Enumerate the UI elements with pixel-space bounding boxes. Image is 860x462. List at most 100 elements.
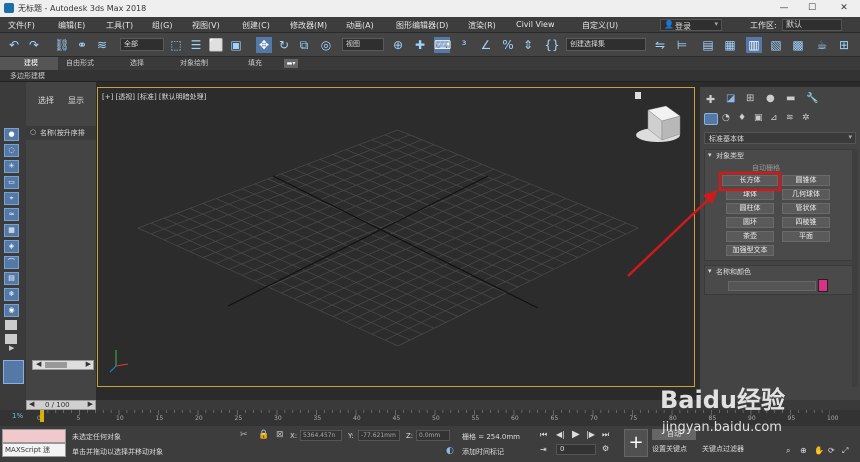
rollout-toggle-icon[interactable]: ▾ (708, 151, 712, 159)
play-icon[interactable]: ▶ (572, 429, 580, 440)
goto-end-icon[interactable]: ⏭ (602, 430, 609, 440)
sphere-button[interactable]: 球体 (726, 189, 774, 200)
menu-rendering[interactable]: 渲染(R) (468, 20, 496, 31)
create-tab-icon[interactable]: ✚ (706, 93, 715, 106)
manipulate-icon[interactable]: ✚ (412, 37, 428, 53)
filter-cameras-icon[interactable]: ▭ (4, 176, 19, 189)
set-key-icon[interactable]: + (624, 429, 648, 457)
lights-category-icon[interactable]: ♦ (738, 113, 746, 123)
snap-toggle-icon[interactable]: ³ (456, 37, 472, 53)
menu-view[interactable]: 视图(V) (192, 20, 220, 31)
workspace-select[interactable]: 默认 (782, 19, 842, 31)
scroll-left-icon[interactable]: ◀ (36, 360, 41, 368)
motion-tab-icon[interactable]: ● (766, 93, 775, 104)
angle-snap-icon[interactable]: ∠ (478, 37, 494, 53)
goto-start-icon[interactable]: ⏮ (540, 430, 547, 440)
filter-bones-icon[interactable]: ⌒ (4, 256, 19, 269)
horizontal-scrollbar[interactable]: ◀ ▶ (32, 360, 94, 370)
tab-populate[interactable]: 填充 (248, 58, 262, 68)
zoom-icon[interactable]: ⌕ (786, 446, 790, 456)
cone-button[interactable]: 圆锥体 (782, 175, 830, 186)
viewport-layout-tab-icon[interactable] (3, 360, 24, 384)
object-type-title[interactable]: 对象类型 (716, 151, 744, 161)
systems-category-icon[interactable]: ✲ (802, 113, 810, 123)
filter-geometry-icon[interactable]: ● (4, 128, 19, 141)
spinner-snap-icon[interactable]: ⇕ (520, 37, 536, 53)
filter-xrefs-icon[interactable]: ◈ (4, 240, 19, 253)
modify-tab-icon[interactable]: ◪ (726, 93, 735, 104)
login-box[interactable]: 👤 登录 ▾ (660, 19, 722, 31)
current-frame-input[interactable]: 0 (556, 444, 596, 455)
isolate-selection-icon[interactable]: ✂ (240, 430, 248, 440)
z-coord-input[interactable]: 0.0mm (416, 430, 450, 441)
menu-create[interactable]: 创建(C) (242, 20, 270, 31)
filter-groups-icon[interactable]: ▦ (4, 224, 19, 237)
filter-spacewarps-icon[interactable]: ≈ (4, 208, 19, 221)
menu-customize[interactable]: 自定义(U) (582, 20, 618, 31)
autogrid-checkbox[interactable]: 自动栅格 (752, 163, 780, 173)
render-setup-icon[interactable]: ☕ (814, 37, 830, 53)
object-color-swatch[interactable] (818, 279, 828, 292)
display-tab-icon[interactable]: ▬ (786, 93, 795, 104)
filter-lights-icon[interactable]: ☀ (4, 160, 19, 173)
prev-frame-icon[interactable]: ◀ (29, 400, 34, 408)
display-all-icon[interactable] (5, 320, 17, 330)
minimize-icon[interactable]: — (772, 0, 796, 17)
menu-group[interactable]: 组(G) (152, 20, 172, 31)
next-key-icon[interactable]: |▶ (586, 430, 595, 439)
filter-hidden-icon[interactable]: ◉ (4, 304, 19, 317)
add-time-tag-icon[interactable]: ◐ (446, 446, 454, 456)
tab-select[interactable]: 选择 (38, 95, 54, 106)
utilities-tab-icon[interactable]: 🔧 (806, 93, 818, 104)
percent-snap-icon[interactable]: % (500, 37, 516, 53)
maximize-icon[interactable]: ☐ (800, 0, 824, 17)
menu-animation[interactable]: 动画(A) (346, 20, 374, 31)
filter-containers-icon[interactable]: ▤ (4, 272, 19, 285)
time-slider[interactable]: ◀ 0 / 100 ▶ (0, 400, 860, 410)
keyboard-shortcut-icon[interactable]: ⌨ (434, 37, 451, 53)
window-crossing-icon[interactable]: ▣ (228, 37, 244, 53)
mirror-icon[interactable]: ⇋ (652, 37, 668, 53)
menu-modifiers[interactable]: 修改器(M) (290, 20, 327, 31)
shapes-category-icon[interactable]: ◔ (722, 113, 730, 123)
key-mode-icon[interactable]: ⇥ (540, 445, 547, 454)
helpers-category-icon[interactable]: ⊿ (770, 113, 778, 123)
menu-graph-editors[interactable]: 图形编辑器(D) (396, 20, 448, 31)
perspective-viewport[interactable]: [+] [透视] [标准] [默认明暗处理] (97, 87, 695, 387)
torus-button[interactable]: 圆环 (726, 217, 774, 228)
curve-editor-icon[interactable]: ▧ (768, 37, 784, 53)
maximize-viewport-icon[interactable]: ⤢ (842, 446, 848, 456)
rotate-icon[interactable]: ↻ (276, 37, 292, 53)
collapse-arrow-icon[interactable]: ▶ (9, 344, 19, 352)
prev-key-icon[interactable]: ◀| (556, 430, 565, 439)
ribbon-toggle-icon[interactable]: ▥ (746, 37, 762, 53)
plane-button[interactable]: 平面 (782, 231, 830, 242)
tab-display[interactable]: 显示 (68, 95, 84, 106)
pyramid-button[interactable]: 四棱锥 (782, 217, 830, 228)
track-bar[interactable]: 1% 0 5 10 15 20 25 30 35 40 45 50 55 60 65 70 75 80 85 90 9… (0, 410, 860, 426)
tab-selection[interactable]: 选择 (130, 58, 144, 68)
move-icon[interactable]: ✥ (256, 37, 272, 53)
zoom-all-icon[interactable]: ⊕ (800, 446, 807, 455)
rollout-toggle-icon[interactable]: ▾ (708, 267, 712, 275)
text-plus-button[interactable]: 加强型文本 (726, 245, 774, 256)
undo-icon[interactable]: ↶ (6, 37, 22, 53)
time-slider-track[interactable]: ◀ 0 / 100 ▶ (26, 400, 96, 410)
display-none-icon[interactable] (5, 334, 17, 344)
render-frame-icon[interactable]: ⊞ (836, 37, 852, 53)
menu-file[interactable]: 文件(F) (8, 20, 35, 31)
schematic-view-icon[interactable]: ▩ (790, 37, 806, 53)
place-icon[interactable]: ◎ (318, 37, 334, 53)
tab-object-paint[interactable]: 对象绘制 (180, 58, 208, 68)
ribbon-options-icon[interactable]: ▬▾ (284, 59, 298, 68)
selection-lock-icon[interactable]: 🔒 (258, 430, 269, 440)
scale-icon[interactable]: ⧉ (296, 37, 312, 53)
ref-coord-select[interactable]: 视图 (342, 38, 384, 51)
x-coord-input[interactable]: 5364.457n (300, 430, 342, 441)
auto-key-button[interactable]: 自动 (652, 429, 696, 440)
tab-modeling[interactable]: 建模 (24, 58, 38, 68)
filter-shapes-icon[interactable]: ◌ (4, 144, 19, 157)
maxscript-mini-listener[interactable]: MAXScript 迷 (2, 443, 66, 457)
tab-freeform[interactable]: 自由形式 (66, 58, 94, 68)
edit-named-sel-icon[interactable]: {} (544, 37, 560, 53)
